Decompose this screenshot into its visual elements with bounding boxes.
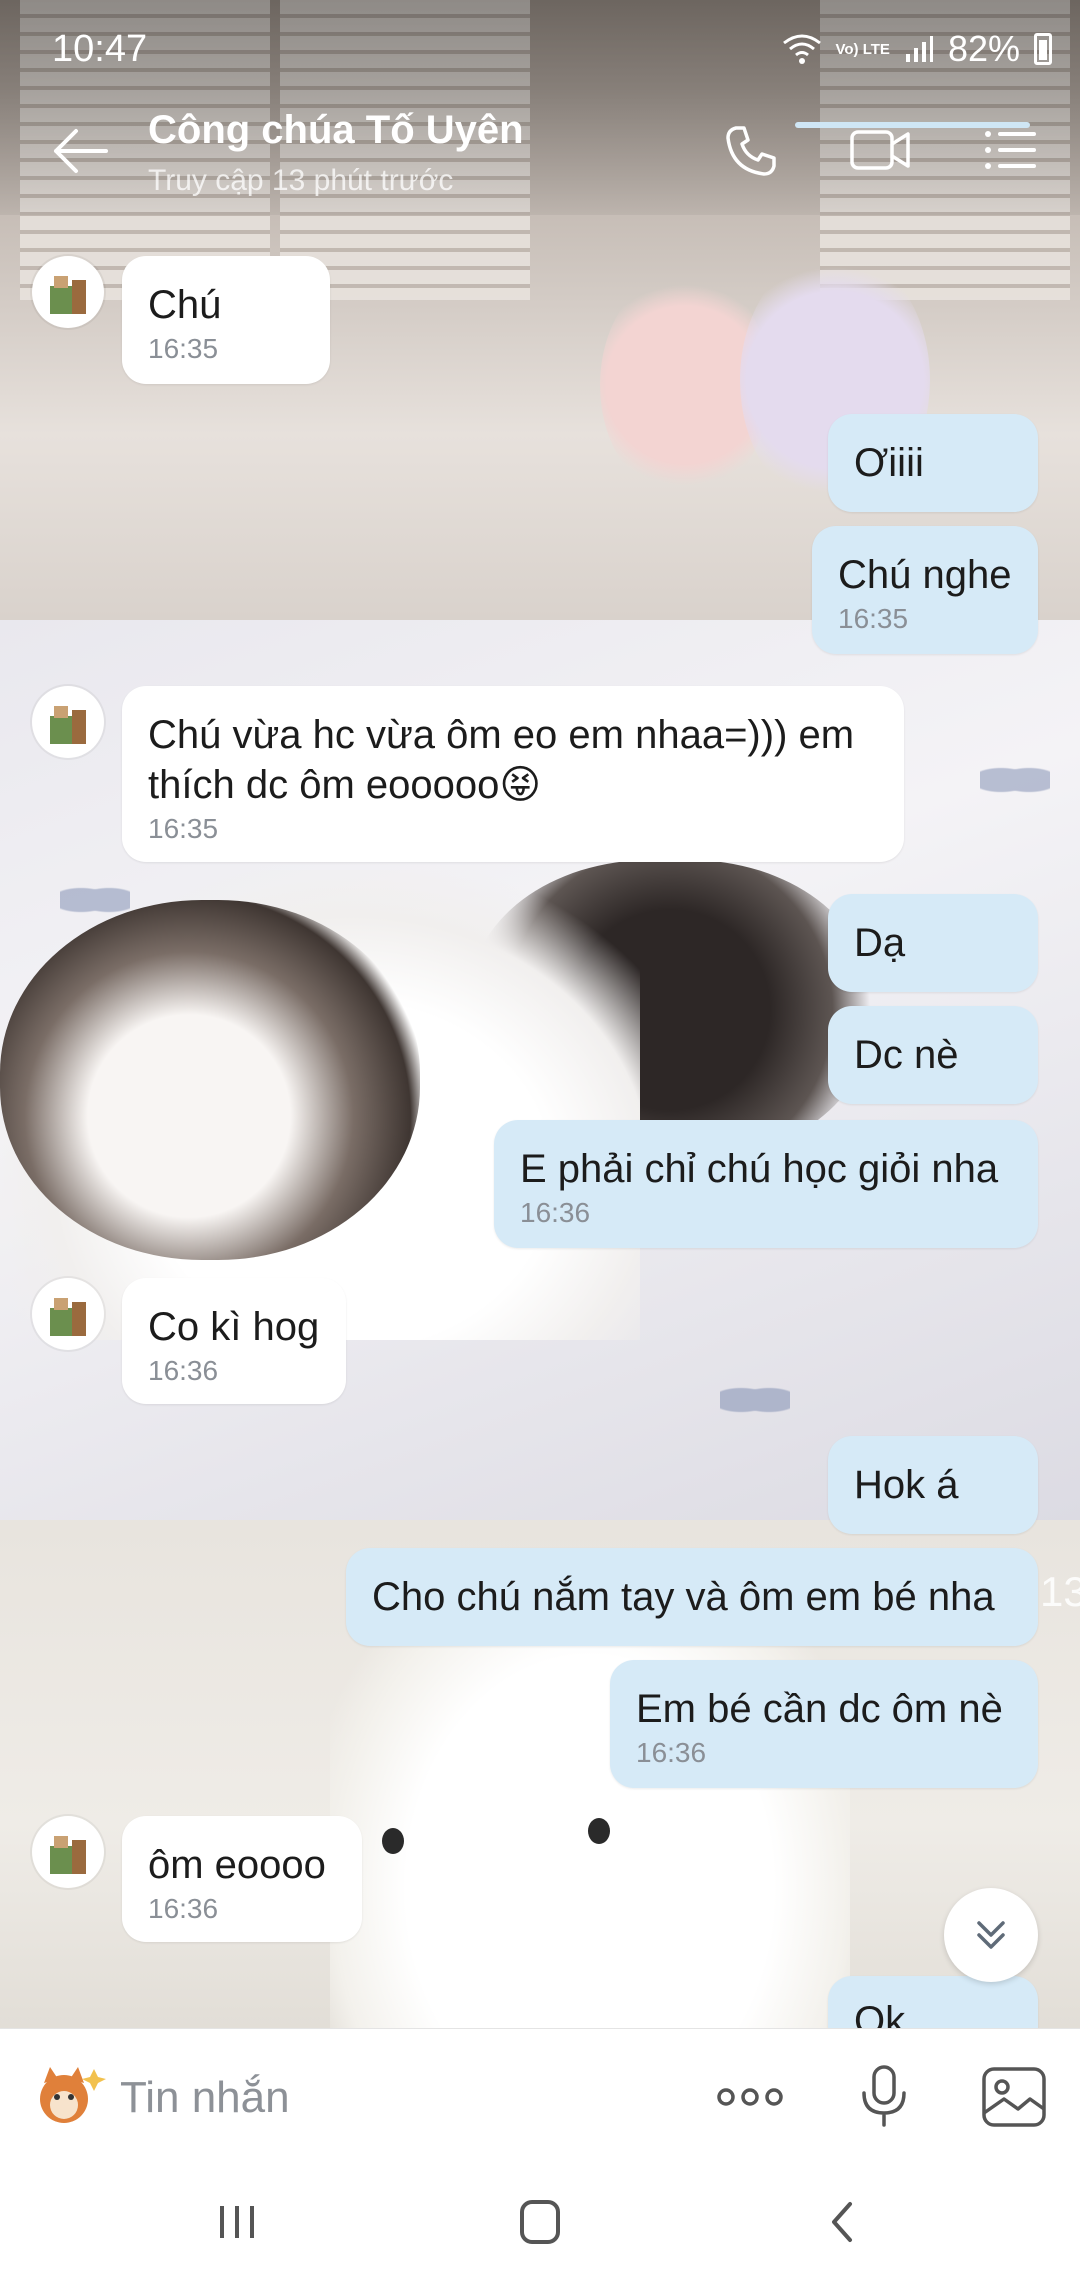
microphone-icon[interactable] xyxy=(848,2061,920,2133)
message-time: 16:35 xyxy=(148,813,219,844)
sticker-icon[interactable] xyxy=(30,2057,108,2135)
battery-icon xyxy=(1034,33,1052,65)
message-time: 16:36 xyxy=(148,1355,219,1386)
message-composer xyxy=(0,2028,1080,2165)
message-text: Dạ xyxy=(854,921,906,965)
image-icon[interactable] xyxy=(978,2061,1050,2133)
chat-header: Công chúa Tố Uyên Truy cập 13 phút trước xyxy=(0,90,1080,215)
message-bubble-incoming[interactable]: Co kì hog 16:36 xyxy=(122,1278,346,1404)
message-text: Chú nghe xyxy=(838,553,1012,597)
message-bubble-incoming[interactable]: Chú 16:35 xyxy=(122,256,330,384)
volte-lte-indicator: Vo) LTE xyxy=(835,40,890,58)
bow-pattern xyxy=(980,760,1050,800)
home-icon[interactable] xyxy=(495,2192,585,2252)
signal-icon xyxy=(905,36,933,62)
message-bubble-outgoing[interactable]: Dạ xyxy=(828,894,1038,992)
message-time: 16:36 xyxy=(636,1737,707,1768)
message-time: 16:36 xyxy=(520,1197,591,1228)
back-arrow-icon[interactable] xyxy=(50,126,110,176)
message-text-line: thích dc ôm eooooo😝 xyxy=(148,763,542,807)
message-bubble-outgoing[interactable]: Cho chú nắm tay và ôm em bé nha xyxy=(346,1548,1038,1646)
system-navigation-bar xyxy=(0,2164,1080,2280)
message-text: ôm eoooo xyxy=(148,1843,326,1887)
message-bubble-outgoing[interactable]: E phải chỉ chú học giỏi nha 16:36 xyxy=(494,1120,1038,1248)
message-bubble-outgoing[interactable]: Chú nghe 16:35 xyxy=(812,526,1038,654)
message-bubble-outgoing[interactable]: Ơiiii xyxy=(828,414,1038,512)
message-text: Co kì hog xyxy=(148,1305,320,1349)
message-text: Chú xyxy=(148,283,222,327)
message-input[interactable] xyxy=(118,2059,682,2137)
menu-list-icon[interactable] xyxy=(980,120,1040,180)
more-dots-icon[interactable] xyxy=(714,2061,786,2133)
overflow-time-fragment: 13 xyxy=(1040,1568,1080,1615)
status-time: 10:47 xyxy=(52,28,148,70)
bunny-eye xyxy=(588,1818,610,1844)
message-bubble-outgoing[interactable]: Ok xyxy=(828,1976,1038,2028)
status-bar: 10:47 Vo) LTE 82% xyxy=(0,0,1080,90)
message-text: Cho chú nắm tay và ôm em bé nha xyxy=(372,1575,995,1619)
message-text-line: Chú vừa hc vừa ôm eo em nhaa=))) em xyxy=(148,713,855,757)
message-time: 16:35 xyxy=(148,333,219,364)
bow-pattern xyxy=(720,1380,790,1420)
message-bubble-incoming[interactable]: Chú vừa hc vừa ôm eo em nhaa=))) em thíc… xyxy=(122,686,904,862)
bunny-eye xyxy=(382,1828,404,1854)
contact-name[interactable]: Công chúa Tố Uyên xyxy=(148,108,524,153)
message-text: Hok á xyxy=(854,1463,959,1507)
header-progress-indicator xyxy=(795,122,1030,128)
nav-back-icon[interactable] xyxy=(798,2192,888,2252)
message-bubble-outgoing[interactable]: Hok á xyxy=(828,1436,1038,1534)
contact-avatar[interactable] xyxy=(32,1816,104,1888)
wifi-icon xyxy=(782,34,821,64)
message-text: Em bé cần dc ôm nè xyxy=(636,1687,1003,1731)
contact-avatar[interactable] xyxy=(32,686,104,758)
message-time: 16:36 xyxy=(148,1893,219,1924)
double-chevron-down-icon xyxy=(977,1921,1005,1949)
scroll-to-bottom-button[interactable] xyxy=(944,1888,1038,1982)
message-bubble-outgoing[interactable]: Em bé cần dc ôm nè 16:36 xyxy=(610,1660,1038,1788)
contact-last-seen: Truy cập 13 phút trước xyxy=(148,164,454,197)
message-bubble-outgoing[interactable]: Dc nè xyxy=(828,1006,1038,1104)
video-call-icon[interactable] xyxy=(848,120,912,180)
recent-apps-icon[interactable] xyxy=(192,2192,282,2252)
status-icons: Vo) LTE 82% xyxy=(782,28,1052,70)
kitten-head xyxy=(0,900,420,1260)
message-bubble-incoming[interactable]: ôm eoooo 16:36 xyxy=(122,1816,362,1942)
battery-percent: 82% xyxy=(947,28,1020,69)
message-text: Ơiiii xyxy=(854,441,924,485)
message-text: E phải chỉ chú học giỏi nha xyxy=(520,1147,999,1191)
message-text: Dc nè xyxy=(854,1033,959,1077)
message-time: 16:35 xyxy=(838,603,909,634)
contact-avatar[interactable] xyxy=(32,1278,104,1350)
phone-icon[interactable] xyxy=(722,120,782,180)
message-text: Ok xyxy=(854,1999,906,2028)
contact-avatar[interactable] xyxy=(32,256,104,328)
